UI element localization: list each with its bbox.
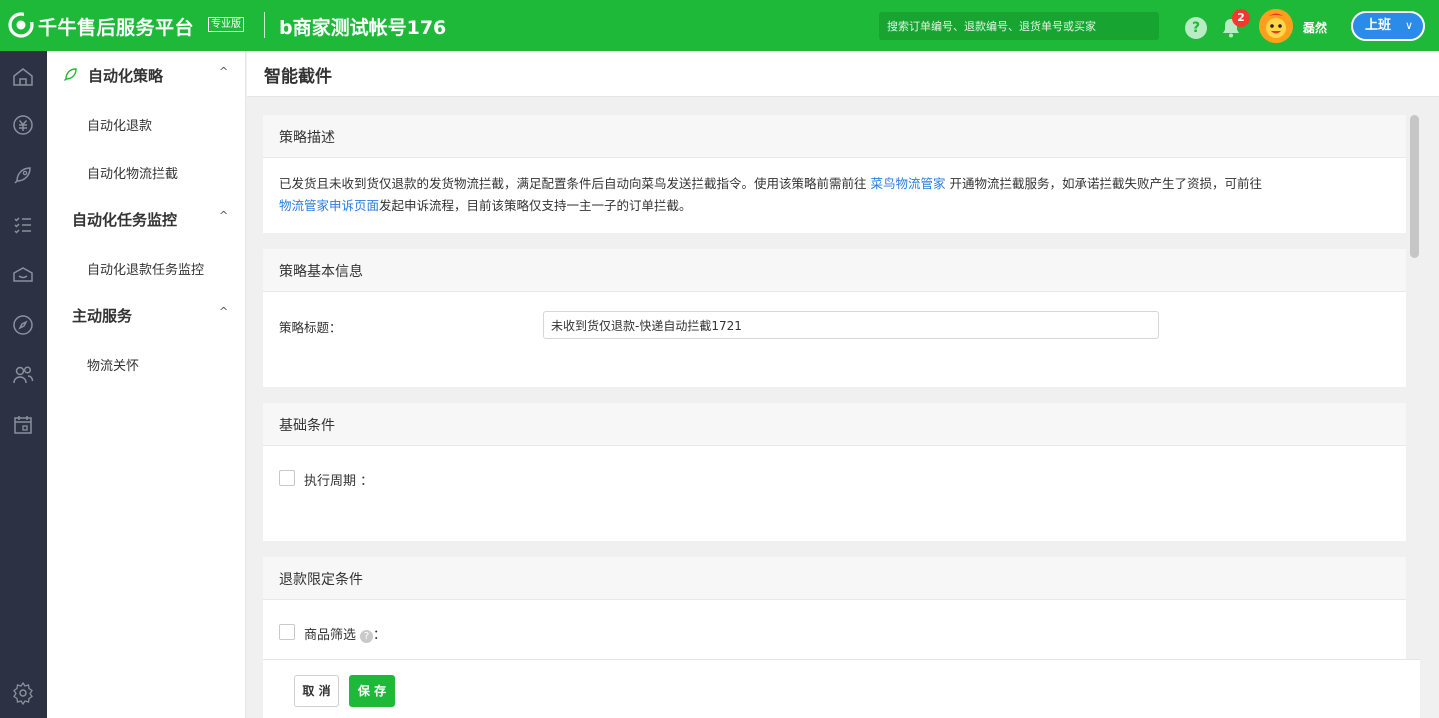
refund-conditions-card: 退款限定条件 商品筛选?： — [263, 557, 1406, 659]
strategy-title-label: 策略标题： — [279, 320, 342, 335]
nav-group-title: 自动化任务监控 — [72, 211, 178, 229]
sub-sidebar: 自动化策略 ^ 自动化退款 自动化物流拦截 自动化任务监控 ^ 自动化退款任务监… — [47, 51, 246, 718]
brand-title: 千牛售后服务平台 — [38, 17, 195, 39]
strategy-title-input[interactable] — [543, 311, 1159, 339]
section-header: 策略基本信息 — [263, 249, 1406, 292]
product-filter-checkbox[interactable] — [279, 624, 295, 640]
nav-group-task-monitor[interactable]: 自动化任务监控 ^ — [47, 195, 246, 243]
icon-rail — [0, 51, 47, 718]
sidebar-item-auto-logistics-intercept[interactable]: 自动化物流拦截 — [47, 151, 246, 191]
product-filter-label: 商品筛选?： — [304, 624, 386, 643]
username[interactable]: 磊然 — [1303, 19, 1327, 36]
caret-up-icon: ^ — [219, 209, 229, 222]
caret-up-icon: ^ — [219, 65, 229, 78]
help-icon[interactable]: ? — [1185, 17, 1207, 39]
rocket-icon[interactable] — [11, 163, 35, 187]
strategy-description: 已发货且未收到货仅退款的发货物流拦截，满足配置条件后自动向菜鸟发送拦截指令。使用… — [263, 158, 1406, 232]
compass-icon[interactable] — [11, 313, 35, 337]
sidebar-item-auto-refund[interactable]: 自动化退款 — [47, 103, 246, 143]
calendar-icon[interactable] — [11, 413, 35, 437]
product-filter-row: 商品筛选?： — [263, 600, 1406, 660]
page-title: 智能截件 — [264, 67, 332, 87]
sidebar-item-logistics-care[interactable]: 物流关怀 — [47, 343, 246, 383]
caret-up-icon: ^ — [219, 305, 229, 318]
task-list-icon[interactable] — [11, 213, 35, 237]
chevron-down-icon: ∨ — [1404, 19, 1413, 32]
description-text: 发起申诉流程，目前该策略仅支持一主一子的订单拦截。 — [379, 198, 692, 213]
account-name[interactable]: b商家测试帐号176 — [279, 13, 446, 40]
sidebar-item-label: 自动化退款任务监控 — [87, 263, 205, 278]
save-button[interactable]: 保 存 — [349, 675, 395, 707]
strategy-description-card: 策略描述 已发货且未收到货仅退款的发货物流拦截，满足配置条件后自动向菜鸟发送拦截… — [263, 115, 1406, 233]
shift-button[interactable]: 上班 ∨ — [1351, 11, 1425, 41]
product-filter-text: 商品筛选 — [304, 628, 357, 643]
strategy-title-row: 策略标题： — [263, 292, 1406, 346]
service-icon[interactable] — [11, 263, 35, 287]
page-header: 智能截件 — [247, 51, 1439, 97]
action-footer: 取 消 保 存 — [263, 659, 1420, 718]
section-title: 基础条件 — [279, 418, 335, 434]
sidebar-item-label: 自动化退款 — [87, 119, 153, 134]
search-input[interactable] — [879, 12, 1159, 40]
main-content: 智能截件 策略描述 已发货且未收到货仅退款的发货物流拦截，满足配置条件后自动向菜… — [247, 51, 1439, 718]
nav-group-auto-strategy[interactable]: 自动化策略 ^ — [47, 51, 246, 99]
cancel-button[interactable]: 取 消 — [294, 675, 339, 707]
execution-period-checkbox[interactable] — [279, 470, 295, 486]
description-text: 开通物流拦截服务，如承诺拦截失败产生了资损，可前往 — [945, 176, 1262, 191]
colon: ： — [373, 628, 387, 643]
nav-group-title: 主动服务 — [72, 307, 133, 325]
description-text: 已发货且未收到货仅退款的发货物流拦截，满足配置条件后自动向菜鸟发送拦截指令。使用… — [279, 176, 871, 191]
shift-button-label: 上班 — [1365, 18, 1392, 33]
notification-badge: 2 — [1232, 9, 1250, 27]
section-header: 策略描述 — [263, 115, 1406, 158]
section-title: 策略基本信息 — [279, 264, 363, 280]
sidebar-item-refund-task-monitor[interactable]: 自动化退款任务监控 — [47, 247, 246, 287]
appeal-page-link[interactable]: 物流管家申诉页面 — [279, 198, 379, 213]
edition-tag: 专业版 — [208, 17, 244, 32]
section-header: 退款限定条件 — [263, 557, 1406, 600]
base-conditions-card: 基础条件 执行周期 ： — [263, 403, 1406, 541]
execution-period-label: 执行周期 ： — [304, 474, 374, 489]
section-title: 策略描述 — [279, 130, 335, 146]
basic-info-card: 策略基本信息 策略标题： — [263, 249, 1406, 387]
nav-group-proactive-service[interactable]: 主动服务 ^ — [47, 291, 246, 339]
home-icon[interactable] — [11, 65, 35, 89]
section-header: 基础条件 — [263, 403, 1406, 446]
gear-icon[interactable] — [11, 681, 35, 706]
sidebar-item-label: 物流关怀 — [87, 359, 140, 374]
users-icon[interactable] — [11, 363, 35, 387]
execution-period-row: 执行周期 ： — [263, 446, 1406, 506]
header-divider — [264, 12, 265, 38]
section-title: 退款限定条件 — [279, 572, 363, 588]
avatar[interactable] — [1259, 9, 1293, 43]
scrollbar[interactable] — [1410, 115, 1419, 258]
rocket-icon — [64, 68, 77, 81]
refund-icon[interactable] — [11, 113, 35, 137]
qianniu-logo-icon — [8, 12, 34, 38]
sidebar-item-label: 自动化物流拦截 — [87, 167, 179, 182]
top-bar: 千牛售后服务平台 专业版 b商家测试帐号176 ? 2 磊然 上班 ∨ — [0, 0, 1439, 51]
cainiao-logistics-link[interactable]: 菜鸟物流管家 — [870, 176, 945, 191]
nav-group-title: 自动化策略 — [88, 67, 164, 85]
help-icon[interactable]: ? — [360, 630, 374, 643]
